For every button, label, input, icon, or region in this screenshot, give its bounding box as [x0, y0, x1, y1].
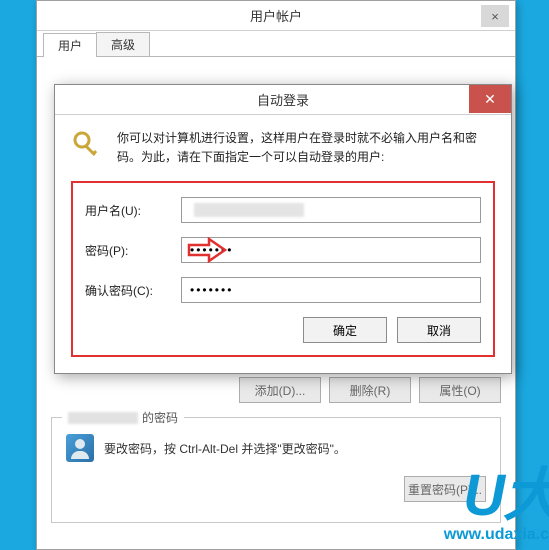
dialog-title: 自动登录	[55, 90, 511, 109]
confirm-password-row: 确认密码(C):	[85, 277, 481, 303]
username-redacted	[68, 412, 138, 424]
change-password-line: 要改密码，按 Ctrl-Alt-Del 并选择"更改密码"。	[66, 434, 486, 462]
confirm-password-label: 确认密码(C):	[85, 282, 181, 299]
dialog-close-button[interactable]: ✕	[469, 85, 511, 113]
username-value-redacted	[194, 203, 304, 217]
window-title: 用户帐户	[37, 6, 515, 25]
titlebar: 用户帐户 ×	[37, 1, 515, 31]
username-input[interactable]	[181, 197, 481, 223]
password-group: 的密码 要改密码，按 Ctrl-Alt-Del 并选择"更改密码"。 重置密码(…	[51, 417, 501, 523]
cancel-button[interactable]: 取消	[397, 317, 481, 343]
tab-users[interactable]: 用户	[43, 33, 97, 57]
highlighted-form-area: 用户名(U): 密码(P): 确认密码(C): 确定 取消	[71, 181, 495, 357]
user-list-buttons: 添加(D)... 删除(R) 属性(O)	[51, 377, 501, 403]
tab-label: 用户	[58, 37, 82, 54]
dialog-titlebar: 自动登录 ✕	[55, 85, 511, 115]
password-input[interactable]	[181, 237, 481, 263]
confirm-password-input[interactable]	[181, 277, 481, 303]
username-row: 用户名(U):	[85, 197, 481, 223]
dialog-body: 你可以对计算机进行设置，这样用户在登录时就不必输入用户名和密码。为此，请在下面指…	[55, 115, 511, 373]
tabstrip: 用户 高级	[37, 31, 515, 57]
ok-button[interactable]: 确定	[303, 317, 387, 343]
key-icon	[71, 129, 105, 163]
reset-password-button[interactable]: 重置密码(P)...	[404, 476, 486, 502]
auto-login-dialog: 自动登录 ✕ 你可以对计算机进行设置，这样用户在登录时就不必输入用户名和密码。为…	[54, 84, 512, 374]
dialog-button-row: 确定 取消	[85, 317, 481, 343]
group-legend: 的密码	[62, 409, 184, 426]
change-password-text: 要改密码，按 Ctrl-Alt-Del 并选择"更改密码"。	[104, 440, 346, 457]
dialog-header: 你可以对计算机进行设置，这样用户在登录时就不必输入用户名和密码。为此，请在下面指…	[71, 129, 495, 167]
password-label: 密码(P):	[85, 242, 181, 259]
tab-label: 高级	[111, 36, 135, 53]
add-button[interactable]: 添加(D)...	[239, 377, 321, 403]
properties-button[interactable]: 属性(O)	[419, 377, 501, 403]
username-label: 用户名(U):	[85, 202, 181, 219]
password-row: 密码(P):	[85, 237, 481, 263]
legend-suffix: 的密码	[142, 409, 178, 426]
remove-button[interactable]: 删除(R)	[329, 377, 411, 403]
close-button[interactable]: ×	[481, 5, 509, 27]
dialog-description: 你可以对计算机进行设置，这样用户在登录时就不必输入用户名和密码。为此，请在下面指…	[117, 129, 495, 167]
user-icon	[66, 434, 94, 462]
tab-advanced[interactable]: 高级	[96, 32, 150, 56]
